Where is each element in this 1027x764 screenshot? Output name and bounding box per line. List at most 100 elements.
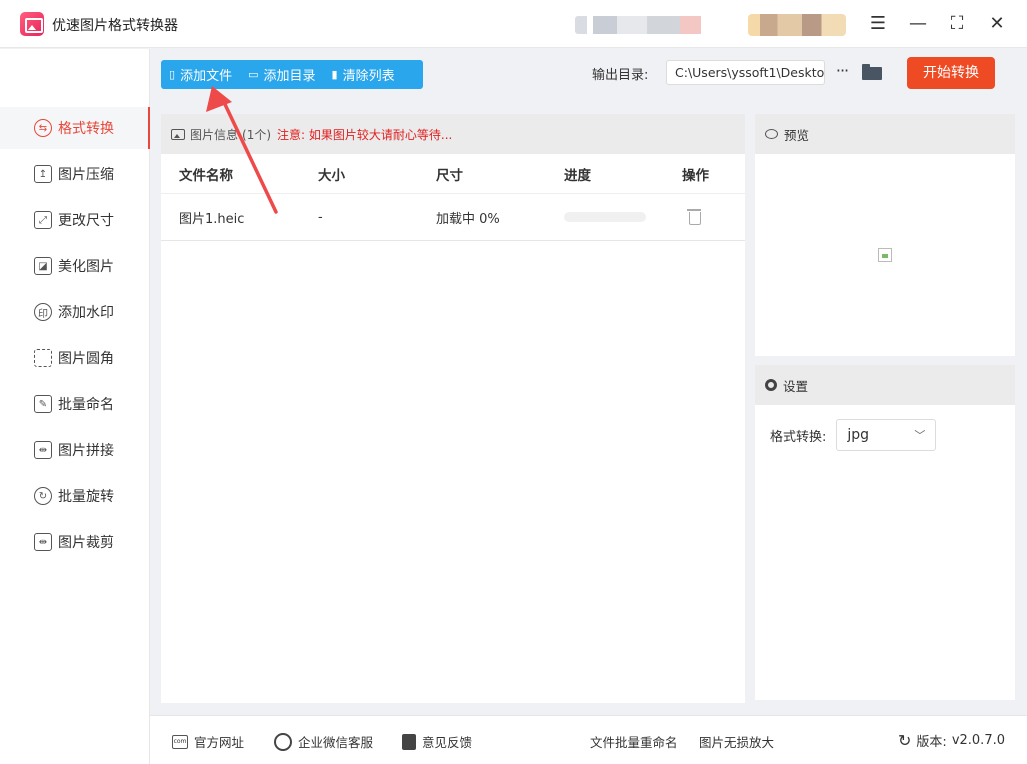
folder-outline-icon: ▭ bbox=[248, 68, 259, 81]
rename-icon: ✎ bbox=[34, 395, 52, 413]
wechat-icon bbox=[274, 732, 292, 751]
progress-cell bbox=[546, 212, 664, 222]
settings-header: 设置 bbox=[755, 365, 1015, 405]
table-row[interactable]: 图片1.heic - 加载中 0% bbox=[161, 194, 745, 241]
stitch-icon: ⇹ bbox=[34, 441, 52, 459]
format-setting-row: 格式转换: jpg ﹀ bbox=[770, 419, 937, 451]
sidebar: ⇆ 格式转换 ↥ 图片压缩 ⤢ 更改尺寸 ◪ 美化图片 印 添加水印 图片圆角 … bbox=[0, 49, 150, 764]
column-header: 尺寸 bbox=[436, 167, 463, 184]
open-folder-icon[interactable] bbox=[862, 64, 882, 80]
watermark-icon: 印 bbox=[34, 303, 52, 321]
column-header: 大小 bbox=[318, 167, 345, 184]
menu-icon[interactable]: ☰ bbox=[866, 12, 890, 36]
lossless-upscale-link[interactable]: 图片无损放大 bbox=[699, 732, 774, 751]
user-account-blurred[interactable] bbox=[575, 16, 725, 34]
title-bar: 优速图片格式转换器 ☰ — ⛶ ✕ bbox=[0, 0, 1027, 48]
more-options-button[interactable]: ··· bbox=[832, 60, 852, 84]
file-list-header: 图片信息 (1个) 注意: 如果图片较大请耐心等待... bbox=[161, 114, 745, 154]
file-name-cell: 图片1.heic bbox=[179, 211, 245, 227]
rotate-icon: ↻ bbox=[34, 487, 52, 505]
output-dir-label: 输出目录: bbox=[592, 68, 649, 83]
app-title: 优速图片格式转换器 bbox=[52, 18, 178, 34]
sidebar-item-label: 批量命名 bbox=[58, 397, 114, 413]
refresh-icon: ↻ bbox=[898, 731, 912, 750]
file-size-cell: - bbox=[318, 209, 323, 225]
official-website-link[interactable]: com 官方网址 bbox=[172, 732, 244, 751]
chevron-down-icon: ﹀ bbox=[914, 429, 926, 442]
preview-title: 预览 bbox=[784, 127, 810, 143]
lossless-upscale-label: 图片无损放大 bbox=[699, 735, 775, 750]
footer-bar: com 官方网址 企业微信客服 意见反馈 文件批量重命名 图片无损放大 ↻ 版本… bbox=[150, 715, 1027, 764]
official-website-label: 官方网址 bbox=[194, 735, 245, 750]
file-toolbar: ▯ 添加文件 ▭ 添加目录 ▮ 清除列表 bbox=[161, 60, 423, 89]
minimize-icon[interactable]: — bbox=[906, 12, 930, 36]
version-info[interactable]: ↻ 版本: v2.0.7.0 bbox=[898, 731, 1005, 750]
output-path-field[interactable]: C:\Users\yssoft1\Desktop bbox=[666, 60, 825, 85]
batch-rename-link[interactable]: 文件批量重命名 bbox=[590, 732, 678, 751]
file-icon: ▯ bbox=[169, 68, 176, 81]
sidebar-item-label: 更改尺寸 bbox=[58, 213, 114, 229]
feedback-label: 意见反馈 bbox=[422, 735, 473, 750]
sidebar-item-beautify[interactable]: ◪ 美化图片 bbox=[0, 245, 150, 287]
sidebar-item-stitch[interactable]: ⇹ 图片拼接 bbox=[0, 429, 150, 471]
trash-small-icon: ▮ bbox=[331, 68, 338, 81]
sidebar-item-label: 批量旋转 bbox=[58, 489, 114, 505]
round-corner-icon bbox=[34, 349, 52, 367]
gear-icon bbox=[765, 379, 777, 391]
list-header-notice: 注意: 如果图片较大请耐心等待... bbox=[277, 127, 453, 142]
beautify-icon: ◪ bbox=[34, 257, 52, 275]
sidebar-item-label: 美化图片 bbox=[58, 259, 114, 275]
user-avatar-blurred[interactable] bbox=[748, 14, 846, 36]
sidebar-item-label: 图片圆角 bbox=[58, 351, 114, 367]
add-file-button[interactable]: ▯ 添加文件 bbox=[161, 65, 240, 84]
sidebar-item-resize[interactable]: ⤢ 更改尺寸 bbox=[0, 199, 150, 241]
sidebar-item-label: 图片压缩 bbox=[58, 167, 114, 183]
column-header: 操作 bbox=[682, 167, 709, 184]
format-label: 格式转换: bbox=[770, 429, 827, 445]
feedback-link[interactable]: 意见反馈 bbox=[402, 732, 472, 751]
sidebar-item-label: 图片裁剪 bbox=[58, 535, 114, 551]
clear-list-button[interactable]: ▮ 清除列表 bbox=[324, 65, 403, 84]
sidebar-item-format-convert[interactable]: ⇆ 格式转换 bbox=[0, 107, 150, 149]
sidebar-item-watermark[interactable]: 印 添加水印 bbox=[0, 291, 150, 333]
sidebar-item-compress[interactable]: ↥ 图片压缩 bbox=[0, 153, 150, 195]
preview-eye-icon bbox=[765, 129, 778, 139]
resize-icon: ⤢ bbox=[34, 211, 52, 229]
list-header-title: 图片信息 bbox=[190, 127, 239, 142]
image-icon bbox=[171, 128, 185, 140]
file-list-panel: 图片信息 (1个) 注意: 如果图片较大请耐心等待... 文件名称 大小 尺寸 … bbox=[161, 114, 745, 703]
sidebar-item-label: 添加水印 bbox=[58, 305, 114, 321]
wechat-service-link[interactable]: 企业微信客服 bbox=[274, 732, 373, 751]
crop-icon: ⇹ bbox=[34, 533, 52, 551]
compress-icon: ↥ bbox=[34, 165, 52, 183]
start-convert-button[interactable]: 开始转换 bbox=[907, 57, 995, 89]
preview-panel: 预览 bbox=[755, 114, 1015, 356]
wechat-service-label: 企业微信客服 bbox=[298, 735, 374, 750]
clear-list-label: 清除列表 bbox=[342, 69, 395, 84]
sidebar-item-rename[interactable]: ✎ 批量命名 bbox=[0, 383, 150, 425]
add-directory-label: 添加目录 bbox=[263, 69, 316, 84]
maximize-icon[interactable]: ⛶ bbox=[945, 12, 969, 36]
sidebar-item-rotate[interactable]: ↻ 批量旋转 bbox=[0, 475, 150, 517]
settings-title: 设置 bbox=[783, 378, 809, 394]
feedback-icon bbox=[402, 733, 416, 750]
operation-cell bbox=[664, 209, 744, 225]
list-header-count: (1个) bbox=[242, 127, 272, 142]
add-file-label: 添加文件 bbox=[180, 69, 233, 84]
version-label: 版本: bbox=[916, 735, 947, 750]
app-logo-icon bbox=[20, 12, 44, 36]
delete-trash-icon[interactable] bbox=[687, 209, 701, 225]
format-select[interactable]: jpg ﹀ bbox=[836, 419, 937, 451]
table-header: 文件名称 大小 尺寸 进度 操作 bbox=[161, 154, 745, 194]
batch-rename-label: 文件批量重命名 bbox=[590, 735, 678, 750]
preview-header: 预览 bbox=[755, 114, 1015, 154]
broken-image-icon bbox=[878, 248, 892, 262]
sidebar-item-round-corner[interactable]: 图片圆角 bbox=[0, 337, 150, 379]
progress-bar bbox=[564, 212, 646, 222]
sidebar-item-crop[interactable]: ⇹ 图片裁剪 bbox=[0, 521, 150, 563]
version-number: v2.0.7.0 bbox=[951, 733, 1005, 748]
column-header: 文件名称 bbox=[179, 167, 233, 184]
file-dimension-cell: 加载中 0% bbox=[436, 211, 500, 227]
close-icon[interactable]: ✕ bbox=[985, 12, 1009, 36]
add-directory-button[interactable]: ▭ 添加目录 bbox=[240, 65, 323, 84]
